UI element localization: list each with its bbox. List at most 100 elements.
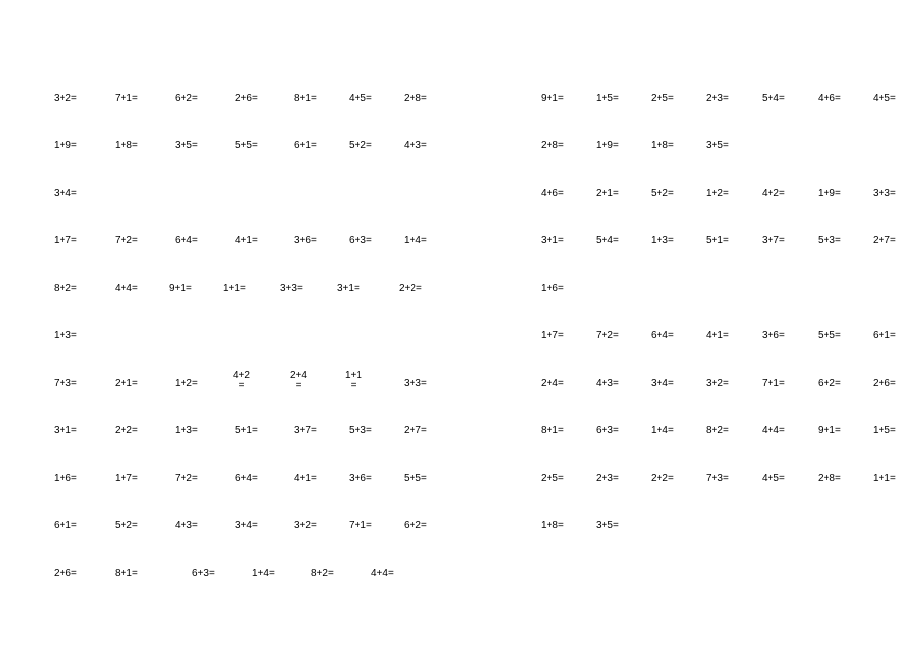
math-problem: 3+4=: [54, 188, 77, 199]
math-problem: 1+7=: [54, 235, 77, 246]
math-problem: 2+6=: [873, 378, 896, 389]
math-problem: 1+5=: [873, 425, 896, 436]
math-problem: 7+2=: [596, 330, 619, 341]
math-problem: 1+2=: [706, 188, 729, 199]
math-problem: 3+6=: [294, 235, 317, 246]
math-problem: 5+4=: [762, 93, 785, 104]
math-problem: 1+7=: [115, 473, 138, 484]
math-problem: 4+6=: [818, 93, 841, 104]
math-problem: 4+5=: [873, 93, 896, 104]
math-problem: 3+1=: [541, 235, 564, 246]
problem-row: 1+7=7+2=6+4=4+1=3+6=6+3=1+4=3+1=5+4=1+3=…: [0, 235, 920, 249]
math-problem: 5+5=: [818, 330, 841, 341]
math-problem: 2+4=: [541, 378, 564, 389]
math-problem: 8+2=: [311, 568, 334, 579]
math-problem: 4+5=: [762, 473, 785, 484]
math-problem: 7+1=: [115, 93, 138, 104]
math-problem: 2+8=: [404, 93, 427, 104]
math-problem: 3+6=: [762, 330, 785, 341]
math-problem: 1+3=: [651, 235, 674, 246]
math-problem: 2+1=: [596, 188, 619, 199]
problem-row: 1+6=1+7=7+2=6+4=4+1=3+6=5+5=2+5=2+3=2+2=…: [0, 473, 920, 487]
math-problem: 3+5=: [706, 140, 729, 151]
math-problem: 6+2=: [175, 93, 198, 104]
math-problem: 4+3=: [596, 378, 619, 389]
math-problem: 8+2=: [54, 283, 77, 294]
math-problem: 1+9=: [818, 188, 841, 199]
math-problem: 6+4=: [175, 235, 198, 246]
math-problem: 2+2=: [651, 473, 674, 484]
math-problem: 4+4=: [371, 568, 394, 579]
math-problem: 7+1=: [349, 520, 372, 531]
math-problem: 2+5=: [541, 473, 564, 484]
math-problem: 3+2=: [54, 93, 77, 104]
math-problem: 6+3=: [192, 568, 215, 579]
problem-row: 3+4=4+6=2+1=5+2=1+2=4+2=1+9=3+3=: [0, 188, 920, 202]
math-problem: 2+6=: [235, 93, 258, 104]
math-problem: 5+2=: [115, 520, 138, 531]
math-problem: 6+1=: [873, 330, 896, 341]
math-problem: 5+5=: [404, 473, 427, 484]
math-problem: 6+3=: [349, 235, 372, 246]
problem-row: 1+9=1+8=3+5=5+5=6+1=5+2=4+3=2+8=1+9=1+8=…: [0, 140, 920, 154]
math-problem: 3+1=: [54, 425, 77, 436]
math-problem: 4+3=: [404, 140, 427, 151]
math-problem: 8+1=: [541, 425, 564, 436]
math-problem: 9+1=: [818, 425, 841, 436]
problem-row: 2+6=8+1=6+3=1+4=8+2=4+4=: [0, 568, 920, 582]
math-problem: 3+4=: [651, 378, 674, 389]
problem-row: 3+1=2+2=1+3=5+1=3+7=5+3=2+7=8+1=6+3=1+4=…: [0, 425, 920, 439]
math-problem: 9+1=: [541, 93, 564, 104]
math-problem: 5+1=: [706, 235, 729, 246]
math-problem: 2+2=: [115, 425, 138, 436]
math-problem: 1+3=: [175, 425, 198, 436]
math-problem: 1+2=: [175, 378, 198, 389]
math-problem: 2+7=: [873, 235, 896, 246]
math-problem: 3+6=: [349, 473, 372, 484]
math-problem: 6+4=: [235, 473, 258, 484]
math-problem: 1+1=: [223, 283, 246, 294]
math-problem: 5+2=: [349, 140, 372, 151]
math-problem: 8+1=: [115, 568, 138, 579]
math-problem: 3+4=: [235, 520, 258, 531]
math-problem: 3+2=: [706, 378, 729, 389]
math-problem: 1+9=: [596, 140, 619, 151]
math-problem: 2+5=: [651, 93, 674, 104]
math-problem: 7+3=: [54, 378, 77, 389]
math-problem-stacked: 4+2=: [233, 371, 250, 391]
math-problem: 4+4=: [115, 283, 138, 294]
math-problem: 1+4=: [651, 425, 674, 436]
math-problem: 4+1=: [706, 330, 729, 341]
math-problem: 4+2=: [762, 188, 785, 199]
math-problem: 2+2=: [399, 283, 422, 294]
math-problem: 4+3=: [175, 520, 198, 531]
math-problem: 7+3=: [706, 473, 729, 484]
math-problem: 6+1=: [294, 140, 317, 151]
math-problem: 4+5=: [349, 93, 372, 104]
math-problem: 7+2=: [115, 235, 138, 246]
math-problem-stacked: 2+4=: [290, 371, 307, 391]
math-problem: 2+3=: [596, 473, 619, 484]
math-problem: 2+8=: [541, 140, 564, 151]
math-problem: 1+1=: [873, 473, 896, 484]
math-problem: 2+3=: [706, 93, 729, 104]
math-problem: 1+5=: [596, 93, 619, 104]
math-problem: 1+6=: [54, 473, 77, 484]
math-problem: 8+2=: [706, 425, 729, 436]
math-problem: 3+3=: [280, 283, 303, 294]
math-problem: 3+3=: [404, 378, 427, 389]
problem-row: 7+3=2+1=1+2=3+3=2+4=4+3=3+4=3+2=7+1=6+2=…: [0, 378, 920, 392]
math-problem: 3+7=: [762, 235, 785, 246]
math-problem: 3+2=: [294, 520, 317, 531]
math-problem: 5+3=: [349, 425, 372, 436]
math-problem: 3+7=: [294, 425, 317, 436]
math-problem: 1+8=: [651, 140, 674, 151]
math-problem: 2+1=: [115, 378, 138, 389]
math-problem: 6+2=: [818, 378, 841, 389]
math-problem: 3+5=: [175, 140, 198, 151]
math-problem: 1+8=: [541, 520, 564, 531]
math-problem: 5+2=: [651, 188, 674, 199]
math-problem: 5+3=: [818, 235, 841, 246]
math-problem: 6+1=: [54, 520, 77, 531]
math-problem: 1+4=: [404, 235, 427, 246]
